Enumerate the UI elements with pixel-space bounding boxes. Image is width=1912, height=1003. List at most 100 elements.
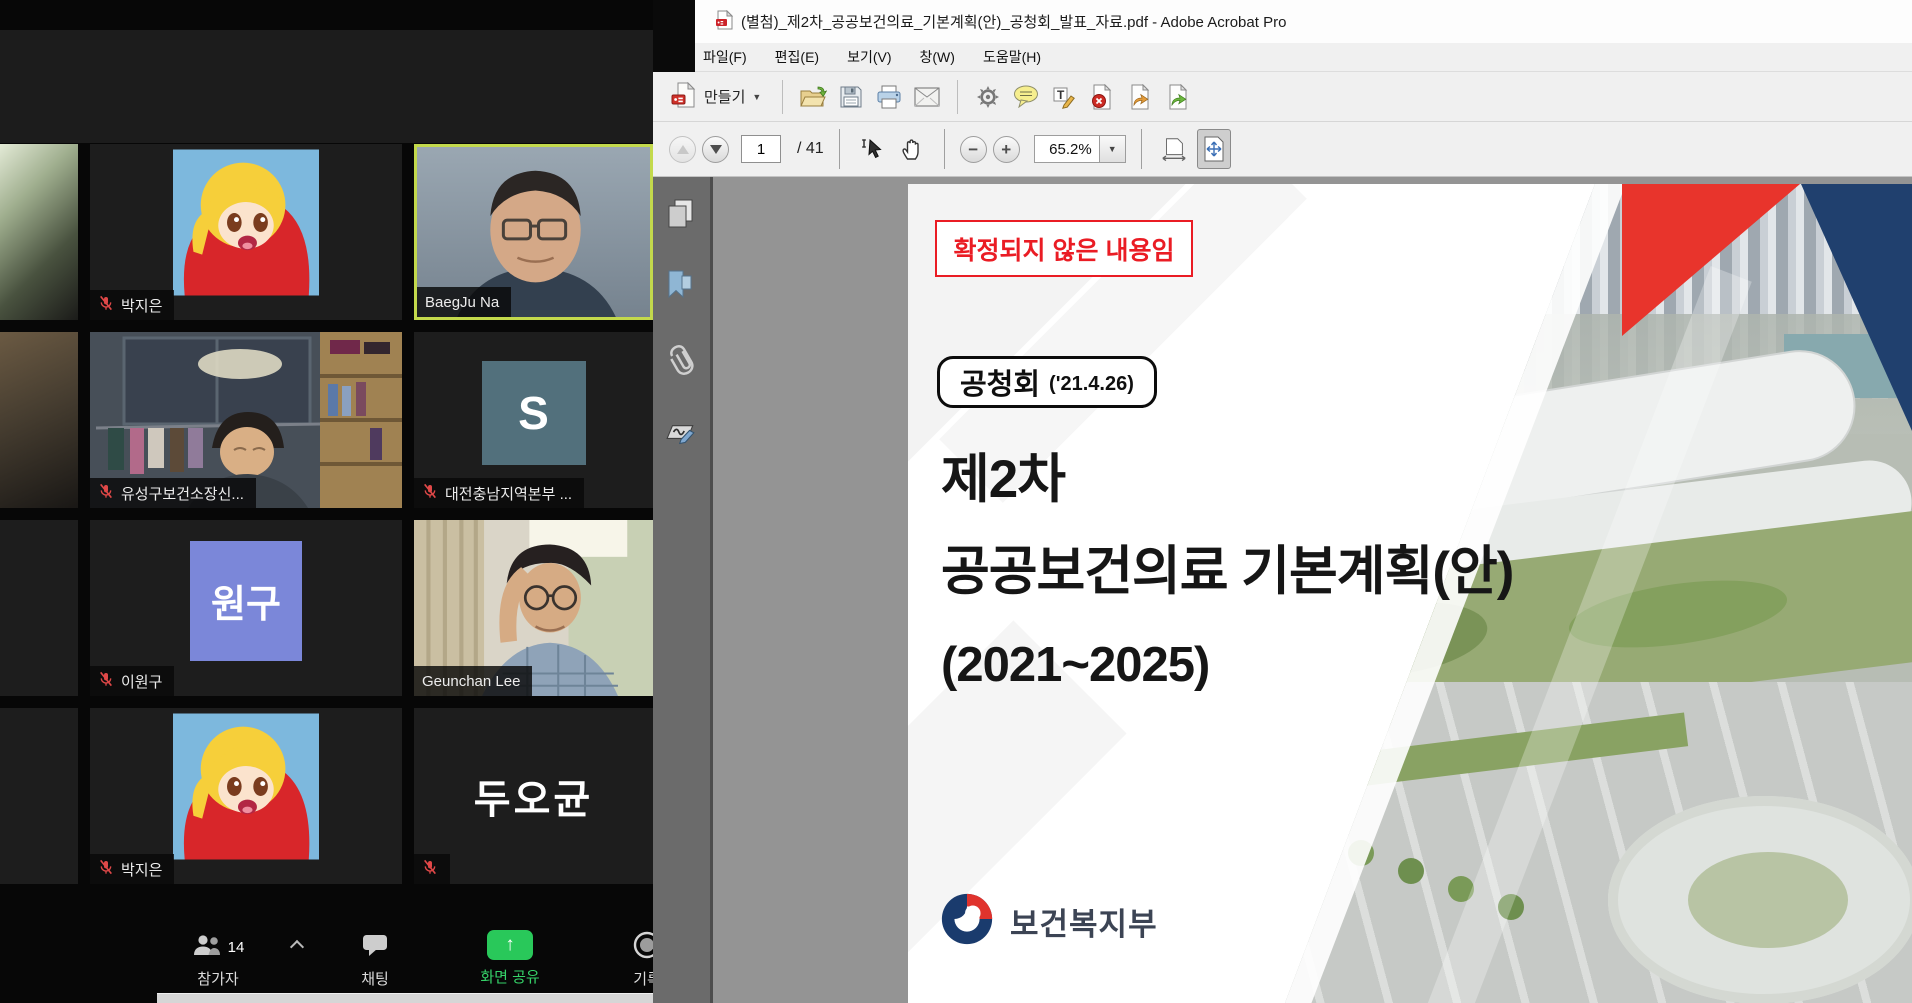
participant-tile-partial[interactable] [0,520,78,696]
participant-tile[interactable]: 유성구보건소장신... [90,332,402,508]
participant-tile-active-speaker[interactable]: BaegJu Na [414,144,653,320]
page-number-input[interactable] [741,135,781,163]
chat-button[interactable]: 채팅 [345,930,405,989]
slide-title-line1: 제2차 [941,452,1065,508]
page-thumbnails-button[interactable] [665,197,697,236]
record-button[interactable]: 기록 [612,930,653,989]
muted-mic-icon [422,859,438,879]
bookmarks-button[interactable] [665,269,695,306]
hand-tool-button[interactable] [895,129,929,169]
participant-name: 대전충남지역본부 ... [445,483,572,504]
signatures-button[interactable] [665,417,697,450]
slide-title-line2: 공공보건의료 기본계획(안) [941,544,1513,600]
menu-edit[interactable]: 편집(E) [775,47,819,67]
menu-file[interactable]: 파일(F) [703,47,747,67]
public-hearing-box: 공청회 ('21.4.26) [937,356,1157,408]
envelope-icon [914,87,940,107]
participant-name: 이원구 [121,671,162,692]
participant-tile[interactable]: 박지은 [90,708,402,884]
participant-tile-partial[interactable] [0,708,78,884]
draft-notice-text: 확정되지 않은 내용임 [954,231,1175,267]
convert-pdf-button[interactable] [1161,77,1195,117]
fit-page-icon [1201,136,1227,162]
avatar-anime-girl [173,149,319,300]
zoom-out-button[interactable]: − [960,136,987,163]
menu-help[interactable]: 도움말(H) [983,47,1041,67]
attachments-button[interactable] [665,343,697,382]
window-title: (별첨)_제2차_공공보건의료_기본계획(안)_공청회_발표_자료.pdf - … [741,11,1286,32]
hearing-date: ('21.4.26) [1049,368,1134,396]
participant-name: 박지은 [121,295,162,316]
window-corner-gap [653,0,695,72]
acrobat-main-toolbar: 만들기 ▼ [653,72,1912,122]
zoom-empty-area [0,30,653,143]
print-button[interactable] [872,77,906,117]
muted-mic-icon [98,671,114,691]
toolbar-separator [839,129,840,169]
next-page-button[interactable] [702,136,729,163]
plus-icon: + [1001,141,1011,158]
acrobat-document-area: 확정되지 않은 내용임 공청회 ('21.4.26) 제2차 공공보건의료 기본… [653,177,1912,1003]
highlight-text-button[interactable]: T [1047,77,1081,117]
bookmark-icon [665,269,695,301]
share-screen-label: 화면 공유 [462,966,558,987]
comment-button[interactable] [1009,77,1043,117]
open-file-button[interactable] [796,77,830,117]
participant-tile[interactable]: 원구 이원구 [90,520,402,696]
select-tool-button[interactable] [855,129,889,169]
draft-notice-box: 확정되지 않은 내용임 [935,220,1193,277]
document-convert-icon [1166,84,1190,110]
select-cursor-icon [860,137,884,161]
participant-tile[interactable]: 박지은 [90,144,402,320]
acrobat-menu-bar: 파일(F) 편집(E) 보기(V) 창(W) 도움말(H) [653,43,1912,72]
create-pdf-icon [671,82,697,112]
record-icon [633,931,653,963]
preferences-button[interactable] [971,77,1005,117]
highlight-text-icon: T [1052,85,1076,109]
participant-tile-partial[interactable] [0,332,78,508]
zoom-level-value[interactable]: 65.2% [1034,135,1100,163]
create-pdf-button[interactable]: 만들기 ▼ [663,79,769,115]
zoom-in-button[interactable]: + [993,136,1020,163]
participants-icon [192,934,222,960]
toolbar-separator [957,80,958,114]
navigation-pane [653,177,713,1003]
delete-pages-button[interactable] [1085,77,1119,117]
arrow-up-icon [677,145,689,154]
avatar-letter-s: S [482,361,586,465]
ministry-logo: 보건복지부 [938,890,1158,953]
export-pdf-button[interactable] [1123,77,1157,117]
participant-tile[interactable]: 두오균 [414,708,653,884]
menu-window[interactable]: 창(W) [920,47,955,67]
chevron-up-icon [290,940,304,954]
pdf-page[interactable]: 확정되지 않은 내용임 공청회 ('21.4.26) 제2차 공공보건의료 기본… [908,184,1912,1003]
participant-name: Geunchan Lee [422,673,520,690]
fit-width-button[interactable] [1157,129,1191,169]
menu-view[interactable]: 보기(V) [847,47,891,67]
comment-bubble-icon [1013,85,1039,108]
participant-tile-partial[interactable] [0,144,78,320]
save-button[interactable] [834,77,868,117]
participants-button[interactable]: 14 참가자 [168,930,268,989]
email-button[interactable] [910,77,944,117]
participant-name-tag: BaegJu Na [417,287,511,317]
participant-name-tag: 이원구 [90,666,174,696]
previous-page-button[interactable] [669,136,696,163]
participants-expand-caret[interactable] [292,938,302,957]
zoom-level-control[interactable]: 65.2% ▼ [1034,135,1126,163]
acrobat-page-toolbar: / 41 − + 65.2% [653,122,1912,177]
slide-title-line3: (2021~2025) [941,640,1209,691]
acrobat-title-bar[interactable]: (별첨)_제2차_공공보건의료_기본계획(안)_공청회_발표_자료.pdf - … [653,0,1912,43]
participant-tile[interactable]: S 대전충남지역본부 ... [414,332,653,508]
muted-mic-icon [98,295,114,315]
fit-page-button[interactable] [1197,129,1231,169]
minus-icon: − [968,141,978,158]
zoom-level-dropdown[interactable]: ▼ [1100,135,1126,163]
chevron-down-icon: ▼ [1108,144,1117,154]
chat-label: 채팅 [345,968,405,989]
participant-tile[interactable]: Geunchan Lee [414,520,653,696]
participant-name-tag: 대전충남지역본부 ... [414,478,584,508]
share-screen-button[interactable]: ↑ 화면 공유 [462,928,558,987]
document-delete-icon [1090,84,1114,110]
save-floppy-icon [839,85,863,109]
